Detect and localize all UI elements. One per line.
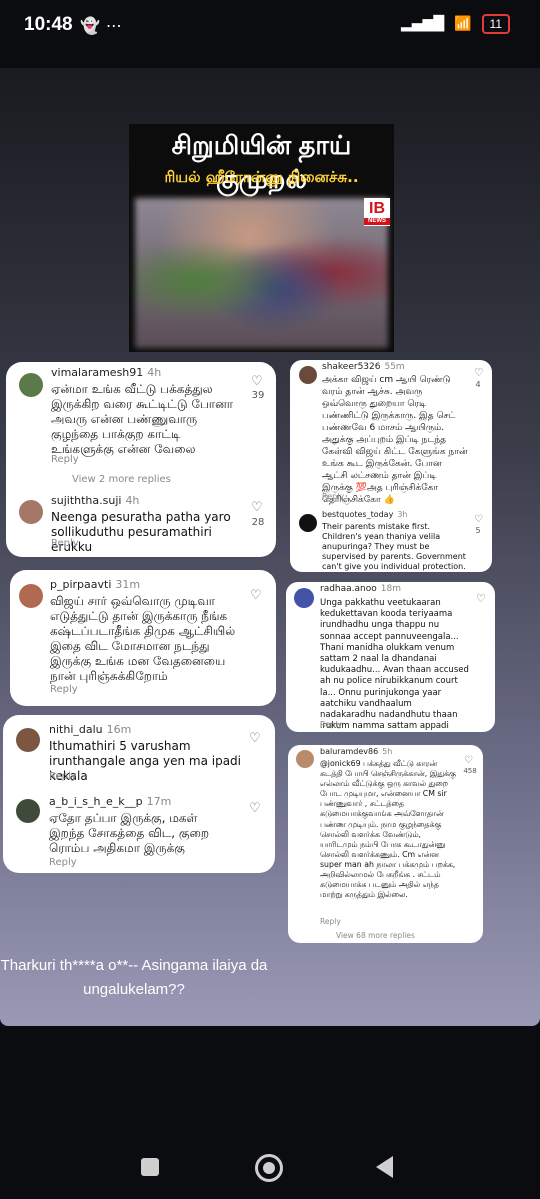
like-count: 28 — [251, 517, 265, 528]
back-icon[interactable] — [376, 1156, 393, 1178]
news-thumbnail[interactable]: சிறுமியின் தாய் குமுறல் ரியல் ஹீரோன்னு ந… — [129, 124, 394, 352]
like-heart-icon[interactable]: ♡ — [464, 755, 473, 766]
avatar[interactable] — [19, 500, 43, 524]
comment-text: அக்கா விஜய் cm ஆயி ரெண்டு வரம் தான் ஆச்ச… — [322, 375, 468, 505]
reply-button[interactable]: Reply — [51, 538, 79, 549]
comment-username[interactable]: sujiththa.suji 4h — [51, 494, 139, 507]
comment-card: baluramdev86 5h @jonick69 பக்கத்து வீட்டு… — [288, 745, 483, 943]
view-more-replies[interactable]: View 2 more replies — [72, 474, 171, 485]
wifi-icon: 📶 — [454, 16, 472, 32]
reply-button[interactable]: Reply — [320, 917, 341, 926]
comment-username[interactable]: p_pirpaavti 31m — [50, 578, 140, 591]
comment-card: nithi_dalu 16m Ithumathiri 5 varusham iru… — [3, 715, 275, 873]
avatar[interactable] — [294, 588, 314, 608]
story-content[interactable]: சிறுமியின் தாய் குமுறல் ரியல் ஹீரோன்னு ந… — [0, 68, 540, 1026]
home-icon[interactable] — [255, 1154, 283, 1182]
avatar[interactable] — [16, 728, 40, 752]
comment-text: Unga pakkathu veetukaaran kedukettavan k… — [320, 598, 469, 732]
comment-username[interactable]: bestquotes_today 3h — [322, 510, 408, 519]
like-heart-icon[interactable]: ♡ — [249, 731, 261, 746]
comment-card: p_pirpaavti 31m விஜய் சார் ஒவ்வொரு முடிவா… — [10, 570, 276, 706]
comment-card: shakeer5326 55m அக்கா விஜய் cm ஆயி ரெண்டு… — [290, 360, 492, 572]
avatar[interactable] — [296, 750, 314, 768]
reply-button[interactable]: Reply — [49, 857, 77, 868]
avatar[interactable] — [19, 584, 43, 608]
comment-text: Ithumathiri 5 varusham irunthangale anga… — [49, 739, 242, 783]
like-heart-icon[interactable]: ♡ — [249, 801, 261, 816]
comment-text: ஏதோ தப்பா இருக்கு, மகள் இறந்த சோகத்தை வி… — [49, 811, 210, 855]
comment-text: ஏன்மா உங்க வீட்டு பக்கத்துல இருக்கிற வரை… — [51, 382, 233, 456]
like-heart-icon[interactable]: ♡ — [474, 366, 484, 379]
status-time: 10:48 — [24, 14, 73, 35]
comment-card: vimalaramesh91 4h ஏன்மா உங்க வீட்டு பக்கத… — [6, 362, 276, 557]
avatar[interactable] — [16, 799, 40, 823]
comment-username[interactable]: shakeer5326 55m — [322, 362, 405, 372]
comment-username[interactable]: vimalaramesh91 4h — [51, 366, 161, 379]
comment-text: விஜய் சார் ஒவ்வொரு முடிவா எடுத்துட்டு தா… — [50, 594, 236, 683]
comment-text: Neenga pesuratha patha yaro sollikuduthu… — [51, 510, 231, 554]
reply-button[interactable]: Reply — [49, 771, 77, 782]
more-dots-icon: ⋯ — [105, 16, 128, 35]
news-subtitle: ரியல் ஹீரோன்னு நினைச்சு.. — [164, 168, 359, 186]
status-right: ▂▄▆█ 📶 11 — [401, 14, 510, 34]
reply-button[interactable]: Reply — [320, 720, 342, 729]
like-count: 39 — [251, 390, 265, 401]
comment-card: radhaa.anoo 18m Unga pakkathu veetukaaran… — [286, 582, 495, 732]
like-heart-icon[interactable]: ♡ — [250, 588, 262, 603]
like-count: 5 — [475, 526, 481, 535]
recent-apps-icon[interactable] — [141, 1158, 159, 1176]
reply-button[interactable]: Reply — [50, 684, 78, 695]
avatar[interactable] — [19, 373, 43, 397]
snapchat-icon: 👻 — [80, 16, 106, 35]
status-left-icons: 👻⋯ — [80, 16, 128, 35]
view-more-replies[interactable]: View 68 more replies — [336, 931, 415, 940]
reply-button[interactable]: Reply — [322, 492, 344, 501]
comment-username[interactable]: radhaa.anoo 18m — [320, 584, 401, 594]
battery-indicator: 11 — [481, 14, 510, 34]
avatar[interactable] — [299, 514, 317, 532]
status-bar: 10:48 👻⋯ ▂▄▆█ 📶 11 — [0, 0, 540, 52]
comment-username[interactable]: a_b_i_s_h_e_k__p 17m — [49, 795, 171, 808]
signal-icon: ▂▄▆█ — [401, 16, 445, 32]
avatar[interactable] — [299, 366, 317, 384]
like-heart-icon[interactable]: ♡ — [476, 592, 486, 605]
blurred-photo — [135, 198, 388, 348]
like-heart-icon[interactable]: ♡ — [474, 514, 483, 525]
like-heart-icon[interactable]: ♡ — [251, 500, 263, 515]
like-count: 458 — [463, 767, 477, 775]
reply-button[interactable]: Reply — [51, 454, 79, 465]
comment-text: @jonick69 பக்கத்து வீட்டு காரன் கடத்தி ப… — [320, 759, 456, 900]
like-count: 4 — [475, 380, 481, 389]
story-caption: Tharkuri th****a o**-- Asingama ilaiya d… — [0, 957, 268, 998]
navigation-bar — [0, 1130, 540, 1199]
like-heart-icon[interactable]: ♡ — [251, 374, 263, 389]
ib-news-logo: IB NEWS — [364, 198, 390, 226]
comment-username[interactable]: nithi_dalu 16m — [49, 723, 131, 736]
comment-text: Their parents mistake first. Children's … — [322, 522, 466, 571]
comment-username[interactable]: baluramdev86 5h — [320, 747, 392, 756]
